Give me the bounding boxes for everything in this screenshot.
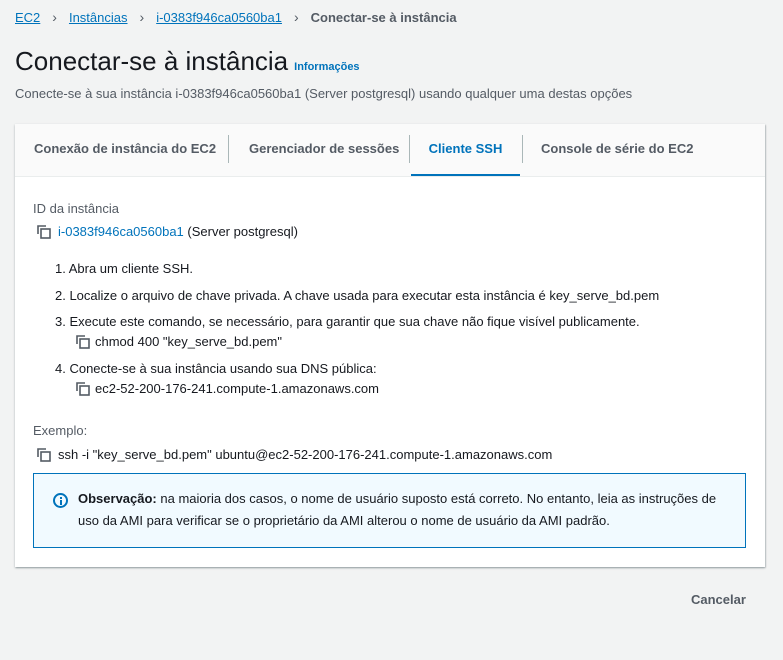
example-command: ssh -i "key_serve_bd.pem" ubuntu@ec2-52-… xyxy=(58,447,553,462)
breadcrumb-instance-id[interactable]: i-0383f946ca0560ba1 xyxy=(156,10,282,25)
breadcrumb-ec2[interactable]: EC2 xyxy=(15,10,40,25)
breadcrumb: EC2 › Instâncias › i-0383f946ca0560ba1 ›… xyxy=(15,9,457,25)
chmod-command: chmod 400 "key_serve_bd.pem" xyxy=(95,334,283,349)
page-header: Conectar-se à instância Informações xyxy=(15,46,360,77)
tab-ssh-client[interactable]: Cliente SSH xyxy=(411,124,520,176)
instance-id-label: ID da instância xyxy=(33,201,119,216)
chevron-right-icon: › xyxy=(52,9,57,25)
info-icon xyxy=(53,493,68,508)
instance-name: (Server postgresql) xyxy=(183,224,298,239)
copy-icon[interactable] xyxy=(75,381,91,397)
copy-icon[interactable] xyxy=(36,447,52,463)
public-dns: ec2-52-200-176-241.compute-1.amazonaws.c… xyxy=(95,381,379,396)
alert-body: na maioria dos casos, o nome de usuário … xyxy=(78,491,717,528)
tab-divider xyxy=(522,135,523,163)
instance-id-link[interactable]: i-0383f946ca0560ba1 xyxy=(58,224,184,239)
alert-text: Observação: na maioria dos casos, o nome… xyxy=(78,488,738,532)
tab-ec2-instance-connect[interactable]: Conexão de instância do EC2 xyxy=(34,124,216,176)
cancel-button[interactable]: Cancelar xyxy=(691,592,746,607)
step-4: 4. Conecte-se à sua instância usando sua… xyxy=(55,361,377,376)
info-alert: Observação: na maioria dos casos, o nome… xyxy=(33,473,746,548)
step-1: 1. Abra um cliente SSH. xyxy=(55,261,194,276)
chevron-right-icon: › xyxy=(139,9,145,25)
tab-session-manager[interactable]: Gerenciador de sessões xyxy=(249,124,399,176)
breadcrumb-current: Conectar-se à instância xyxy=(310,9,457,25)
example-label: Exemplo: xyxy=(33,423,88,438)
connect-panel: Conexão de instância do EC2 Gerenciador … xyxy=(15,124,765,567)
tab-bar: Conexão de instância do EC2 Gerenciador … xyxy=(15,124,765,177)
alert-bold: Observação: xyxy=(78,491,157,506)
info-link[interactable]: Informações xyxy=(294,61,359,73)
page-title: Conectar-se à instância xyxy=(15,46,289,76)
chevron-right-icon: › xyxy=(293,9,299,25)
copy-icon[interactable] xyxy=(36,224,52,240)
tab-divider xyxy=(409,135,410,163)
page-subtitle: Conecte-se à sua instância i-0383f946ca0… xyxy=(15,86,633,101)
tab-divider xyxy=(228,135,229,163)
copy-icon[interactable] xyxy=(75,334,91,350)
step-3: 3. Execute este comando, se necessário, … xyxy=(55,314,640,329)
breadcrumb-instances[interactable]: Instâncias xyxy=(69,10,128,25)
step-2: 2. Localize o arquivo de chave privada. … xyxy=(55,288,660,303)
instance-id-row: i-0383f946ca0560ba1 (Server postgresql) xyxy=(58,224,298,239)
tab-serial-console[interactable]: Console de série do EC2 xyxy=(541,124,693,176)
